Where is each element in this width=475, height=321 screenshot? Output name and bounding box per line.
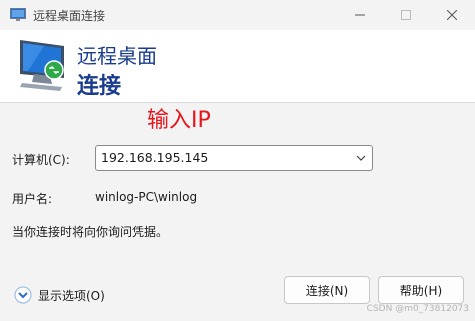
username-value: winlog-PC\winlog — [95, 190, 198, 204]
username-label: 用户名: — [12, 192, 53, 206]
header-title-line2: 连接 — [77, 74, 122, 99]
header-title-line1: 远程桌面 — [77, 44, 157, 68]
header-banner — [0, 30, 475, 102]
chevron-down-icon[interactable] — [356, 154, 366, 162]
annotation-text: 输入IP — [147, 108, 211, 133]
header-divider — [0, 102, 475, 103]
connect-button[interactable]: 连接(N) — [284, 276, 370, 304]
watermark: CSDN @m0_73812073 — [366, 304, 469, 314]
computer-label: 计算机(C): — [12, 153, 70, 167]
expand-options-icon[interactable] — [14, 286, 32, 304]
computer-combobox[interactable]: 192.168.195.145 — [95, 145, 373, 171]
computer-input[interactable]: 192.168.195.145 — [101, 150, 208, 165]
help-button[interactable]: 帮助(H) — [378, 276, 464, 304]
remote-desktop-monitor-icon — [20, 40, 64, 91]
close-button[interactable] — [429, 0, 475, 30]
window-title: 远程桌面连接 — [33, 9, 106, 23]
maximize-button[interactable] — [383, 0, 429, 30]
minimize-icon — [355, 14, 365, 16]
title-bar: 远程桌面连接 — [0, 0, 475, 30]
close-icon — [447, 10, 457, 20]
show-options-label[interactable]: 显示选项(O) — [38, 287, 105, 304]
minimize-button[interactable] — [337, 0, 383, 30]
credentials-notice: 当你连接时将向你询问凭据。 — [12, 225, 169, 239]
show-options-toggle[interactable]: 显示选项(O) — [14, 286, 105, 304]
maximize-icon — [401, 10, 411, 20]
remote-desktop-icon — [10, 8, 26, 21]
